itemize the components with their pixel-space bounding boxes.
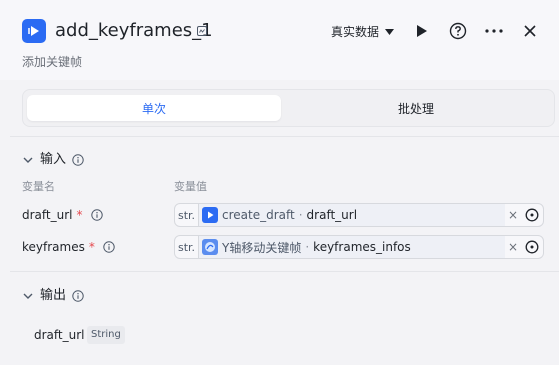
help-icon xyxy=(449,22,467,40)
variable-reference-field: str. Y轴移动关键帧 · keyframes_infos × xyxy=(174,235,544,259)
mode-switch-panel: 单次 批处理 xyxy=(10,80,559,136)
column-header-value: 变量值 xyxy=(174,180,207,193)
variable-name: keyframes xyxy=(22,240,85,254)
target-icon xyxy=(525,240,539,254)
required-mark: * xyxy=(76,208,83,222)
node-title: add_keyframes_1 xyxy=(55,20,213,41)
type-tag[interactable]: str. xyxy=(175,204,199,226)
info-icon xyxy=(72,154,84,166)
close-icon xyxy=(524,25,536,37)
source-node-name: Y轴移动关键帧 xyxy=(222,240,302,255)
node-icon xyxy=(202,239,218,255)
caret-down-icon xyxy=(385,29,395,35)
chevron-down-icon[interactable] xyxy=(22,290,34,302)
more-button[interactable] xyxy=(483,20,505,42)
input-row-label: keyframes * xyxy=(22,239,115,255)
divider xyxy=(10,136,559,137)
close-button[interactable] xyxy=(519,20,541,42)
output-variable-name: draft_url xyxy=(34,328,85,342)
source-parameter: keyframes_infos xyxy=(313,240,411,254)
input-section-header: 输入 xyxy=(22,151,84,169)
run-button[interactable] xyxy=(411,20,433,42)
info-icon xyxy=(90,209,103,221)
reference-chip[interactable]: create_draft · draft_url xyxy=(199,204,505,226)
data-source-select[interactable]: 真实数据 xyxy=(331,23,395,41)
separator: · xyxy=(305,240,310,254)
output-type-badge: String xyxy=(87,326,125,344)
input-row-label: draft_url * xyxy=(22,207,103,223)
reference-chip[interactable]: Y轴移动关键帧 · keyframes_infos xyxy=(199,236,505,258)
clear-reference-button[interactable]: × xyxy=(505,240,521,254)
help-button[interactable] xyxy=(447,20,469,42)
mode-segmented-control: 单次 批处理 xyxy=(22,89,555,127)
column-header-name: 变量名 xyxy=(22,180,55,193)
output-section-title: 输出 xyxy=(40,288,67,303)
variable-reference-field: str. create_draft · draft_url × xyxy=(174,203,544,227)
node-icon xyxy=(202,207,218,223)
clear-reference-button[interactable]: × xyxy=(505,208,521,222)
separator: · xyxy=(298,208,303,222)
node-description: 添加关键帧 xyxy=(22,55,83,69)
input-section-title: 输入 xyxy=(40,152,67,167)
select-variable-button[interactable] xyxy=(521,204,543,226)
output-section-header: 输出 xyxy=(22,287,84,305)
edit-title-icon[interactable] xyxy=(196,25,208,37)
type-tag[interactable]: str. xyxy=(175,236,199,258)
tab-batch[interactable]: 批处理 xyxy=(285,95,547,121)
more-icon xyxy=(485,29,503,33)
variable-name: draft_url xyxy=(22,208,73,222)
target-icon xyxy=(525,208,539,222)
tab-single[interactable]: 单次 xyxy=(27,95,281,121)
app-icon xyxy=(22,19,46,43)
play-icon xyxy=(417,25,427,37)
required-mark: * xyxy=(88,240,95,254)
data-source-label: 真实数据 xyxy=(331,25,380,39)
select-variable-button[interactable] xyxy=(521,236,543,258)
divider xyxy=(10,271,559,272)
chevron-down-icon[interactable] xyxy=(22,154,34,166)
info-icon xyxy=(72,290,84,302)
node-header: add_keyframes_1 添加关键帧 真实数据 xyxy=(0,0,559,80)
source-node-name: create_draft xyxy=(222,208,295,222)
info-icon xyxy=(103,241,115,253)
source-parameter: draft_url xyxy=(306,208,358,222)
